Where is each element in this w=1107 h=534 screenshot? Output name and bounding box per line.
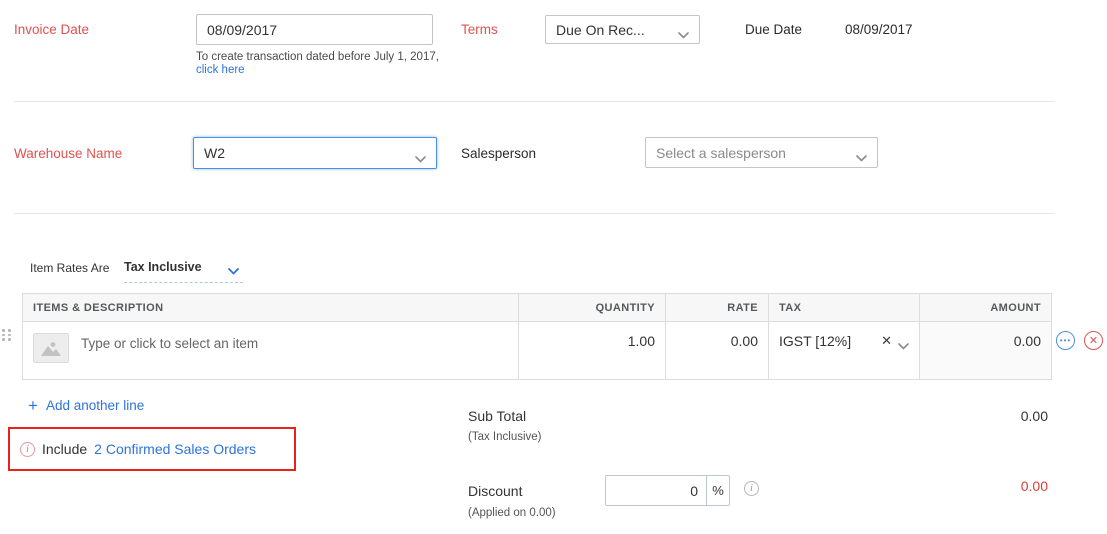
invoice-date-label: Invoice Date	[14, 22, 89, 37]
chevron-down-icon[interactable]	[898, 333, 909, 355]
section-divider	[14, 213, 1055, 214]
terms-label: Terms	[461, 22, 498, 37]
discount-input-group: %	[605, 475, 730, 506]
row-delete-icon[interactable]: ✕	[1084, 331, 1103, 350]
tax-cell[interactable]: IGST [12%] ✕	[768, 322, 919, 379]
confirmed-sales-orders-link[interactable]: 2 Confirmed Sales Orders	[94, 441, 256, 457]
discount-sublabel: (Applied on 0.00)	[468, 507, 556, 519]
invoice-date-input[interactable]	[196, 14, 433, 45]
terms-select-value: Due On Rec...	[556, 22, 645, 38]
due-date-label: Due Date	[745, 22, 802, 37]
sub-total-label: Sub Total	[468, 408, 526, 424]
invoice-date-helper-text: To create transaction dated before July …	[196, 51, 439, 64]
include-sales-orders: i Include 2 Confirmed Sales Orders	[20, 441, 256, 457]
row-drag-handle[interactable]	[2, 329, 12, 341]
item-image-placeholder-icon	[33, 333, 69, 363]
due-date-value: 08/09/2017	[845, 22, 913, 37]
items-table-header: ITEMS & DESCRIPTION QUANTITY RATE TAX AM…	[23, 294, 1051, 322]
salesperson-select-placeholder: Select a salesperson	[656, 145, 786, 161]
col-header-amount: AMOUNT	[919, 294, 1051, 321]
click-here-link[interactable]: click here	[196, 64, 245, 77]
salesperson-label: Salesperson	[461, 146, 536, 161]
chevron-down-icon	[678, 26, 689, 33]
col-header-tax: TAX	[768, 294, 919, 321]
chevron-down-icon	[228, 264, 239, 271]
discount-label: Discount	[468, 483, 522, 499]
item-rates-select[interactable]: Tax Inclusive	[124, 260, 243, 283]
chevron-down-icon	[856, 149, 867, 156]
table-row: Type or click to select an item 1.00 0.0…	[23, 322, 1051, 379]
info-icon: i	[20, 442, 35, 457]
discount-amount-value: 0.00	[968, 478, 1048, 494]
sub-total-value: 0.00	[968, 408, 1048, 424]
salesperson-select[interactable]: Select a salesperson	[645, 137, 878, 168]
discount-unit: %	[706, 476, 729, 505]
plus-icon: +	[28, 397, 38, 414]
amount-cell: 0.00	[919, 322, 1051, 379]
invoice-form: Invoice Date To create transaction dated…	[0, 0, 1107, 534]
col-header-quantity: QUANTITY	[518, 294, 665, 321]
warehouse-name-label: Warehouse Name	[14, 146, 122, 161]
terms-select[interactable]: Due On Rec...	[545, 15, 700, 44]
item-rates-are-label: Item Rates Are	[30, 261, 109, 275]
items-table: ITEMS & DESCRIPTION QUANTITY RATE TAX AM…	[22, 293, 1052, 380]
quantity-cell[interactable]: 1.00	[518, 322, 665, 379]
include-prefix: Include	[42, 441, 87, 457]
discount-input[interactable]	[606, 476, 706, 505]
discount-info-icon: i	[744, 481, 759, 496]
item-select-placeholder: Type or click to select an item	[81, 333, 258, 351]
section-divider	[14, 101, 1055, 102]
sub-total-sublabel: (Tax Inclusive)	[468, 431, 542, 443]
row-more-options-icon[interactable]: •••	[1056, 331, 1075, 350]
col-header-rate: RATE	[665, 294, 768, 321]
add-another-line-button[interactable]: + Add another line	[28, 397, 144, 414]
warehouse-select[interactable]: W2	[193, 137, 437, 169]
rate-cell[interactable]: 0.00	[665, 322, 768, 379]
tax-value: IGST [12%]	[779, 333, 851, 349]
item-description-cell[interactable]: Type or click to select an item	[23, 322, 518, 379]
add-another-line-label: Add another line	[46, 398, 144, 413]
warehouse-select-value: W2	[204, 145, 225, 161]
col-header-description: ITEMS & DESCRIPTION	[23, 294, 518, 321]
chevron-down-icon	[415, 150, 426, 157]
tax-clear-icon[interactable]: ✕	[881, 333, 892, 348]
item-rates-value: Tax Inclusive	[124, 260, 202, 274]
